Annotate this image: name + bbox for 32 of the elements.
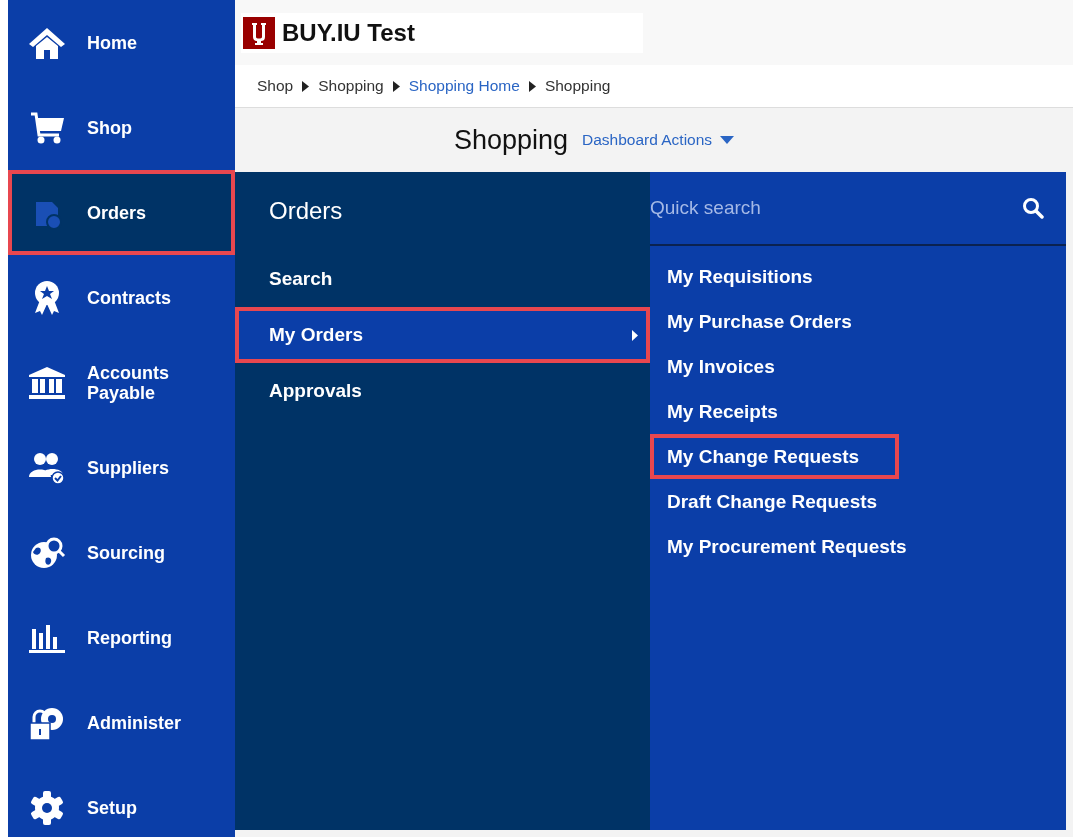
site-title: BUY.IU Test [282,18,415,47]
submenu-item[interactable]: My Change Requests [650,434,900,479]
breadcrumb-item: Shopping [544,77,611,95]
globe-search-icon [28,535,66,570]
chevron-icon [302,80,310,92]
settings-icon [29,789,65,826]
users-check-icon [28,450,66,485]
submenu-item[interactable]: Draft Change Requests [650,479,895,524]
chevron-icon [528,80,536,92]
breadcrumb-link[interactable]: Shopping Home [408,77,520,95]
menu-item[interactable]: My Orders [235,307,650,363]
menu-heading: Orders [268,197,344,226]
bar-chart-icon [28,622,66,653]
dashboard-actions-link[interactable]: Dashboard Actions [582,131,735,149]
bank-icon [28,365,66,400]
ribbon-award-icon [32,279,62,316]
submenu-item[interactable]: My Receipts [650,389,795,434]
home-icon [28,25,66,60]
submenu-item[interactable]: My Procurement Requests [650,524,924,569]
cart-icon [29,110,65,145]
search-icon [1022,197,1044,219]
submenu-item[interactable]: My Purchase Orders [650,299,869,344]
caret-icon [720,136,735,144]
chevron-icon [392,80,400,92]
submenu-item[interactable]: My Invoices [650,344,792,389]
breadcrumb-item: Shopping [318,77,384,95]
sidebar-item[interactable]: Orders [8,170,235,255]
quick-search-field[interactable]: Quick search [650,178,1022,238]
chevron-icon [632,329,638,341]
breadcrumb-item: Shop [257,77,294,95]
page-title: Shopping [453,124,568,156]
submenu-item[interactable]: My Requisitions [650,254,830,299]
